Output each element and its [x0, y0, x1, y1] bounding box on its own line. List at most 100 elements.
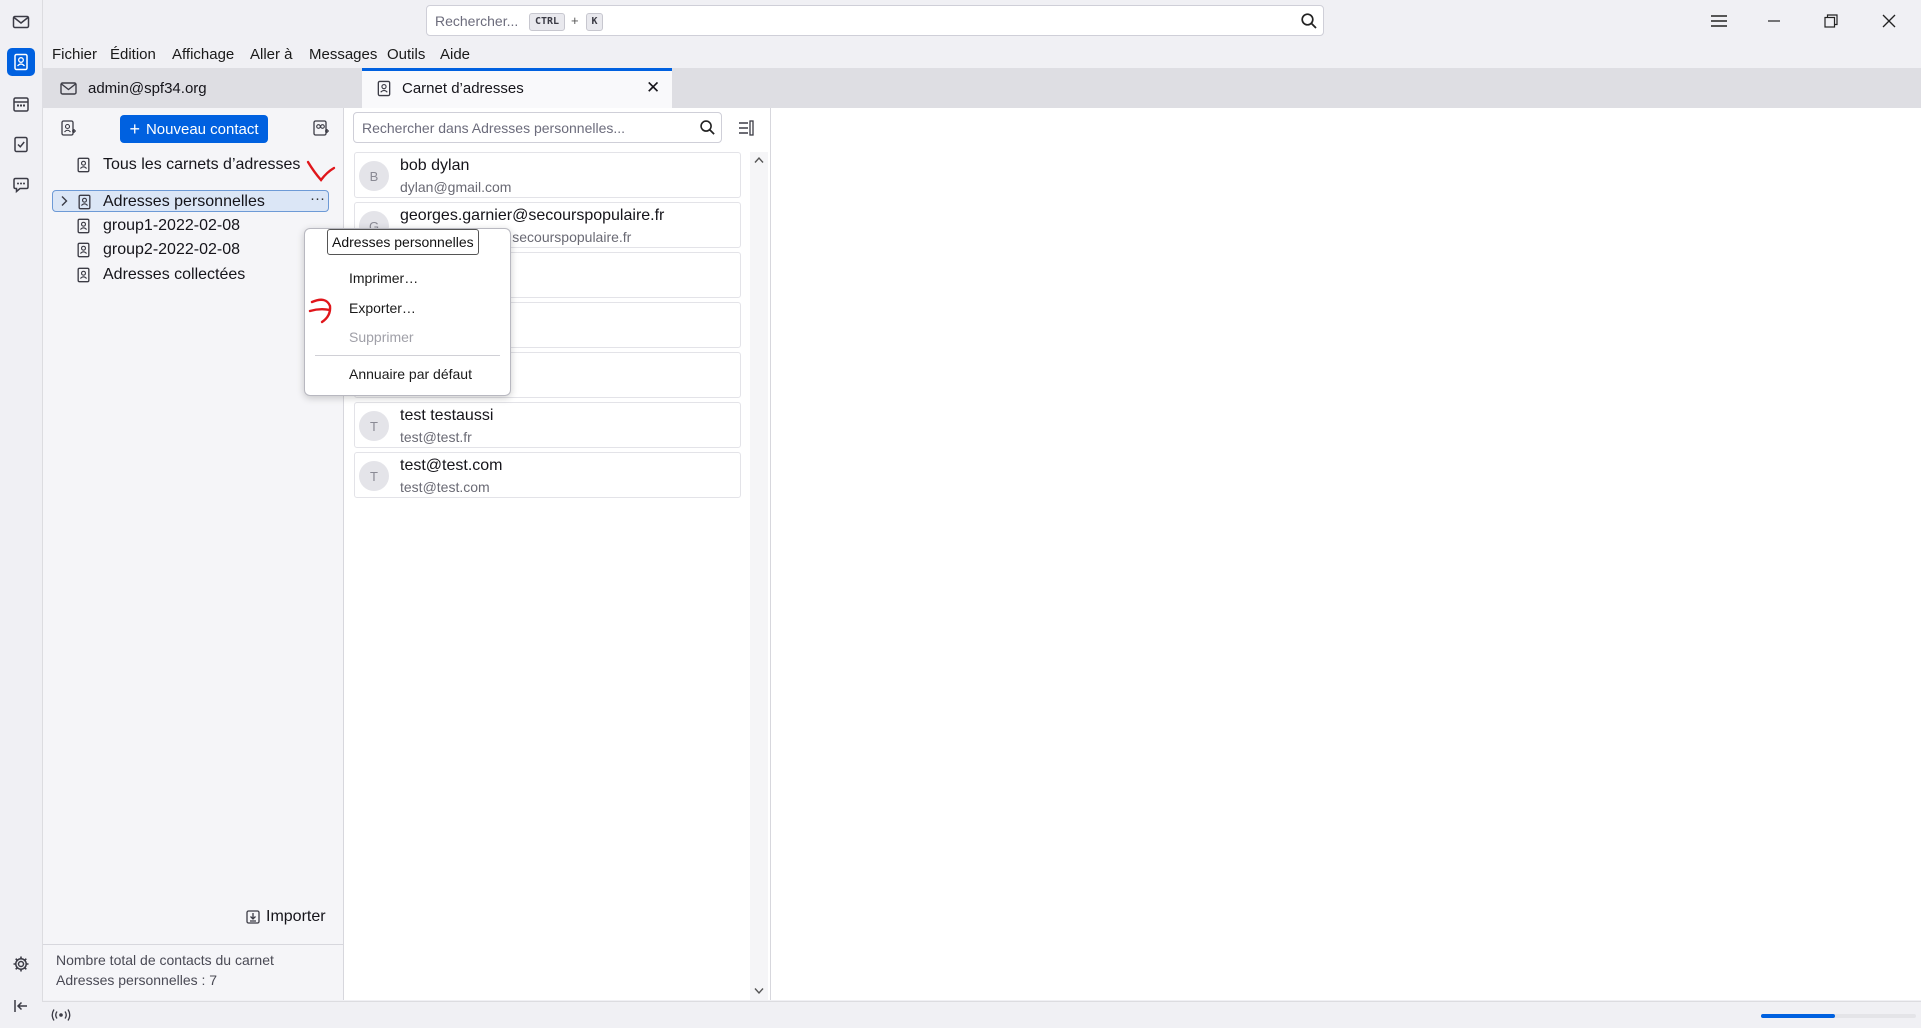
red-arrow-annotation-icon: [306, 160, 336, 182]
menu-fichier[interactable]: Fichier: [52, 46, 97, 63]
close-icon: [1882, 14, 1896, 28]
total-contacts-label: Nombre total de contacts du carnet: [56, 952, 274, 968]
scroll-down-icon[interactable]: [754, 987, 764, 995]
scroll-up-icon[interactable]: [754, 156, 764, 164]
menu-item-print[interactable]: Imprimer…: [349, 270, 418, 286]
collapse-left-icon: [14, 1000, 27, 1012]
address-book-icon: [78, 194, 91, 210]
contacts-search-input[interactable]: Rechercher dans Adresses personnelles...: [353, 112, 722, 143]
menu-item-default-directory[interactable]: Annuaire par défaut: [349, 366, 472, 382]
import-button[interactable]: Importer: [245, 906, 335, 928]
tab-address-book-label: Carnet d’adresses: [402, 80, 524, 97]
tab-address-book[interactable]: Carnet d’adresses ✕: [362, 68, 672, 108]
book-label: Adresses collectées: [103, 266, 246, 283]
address-book-icon: [77, 218, 90, 234]
address-books-pane: + Nouveau contact Tous les carnets d’adr…: [43, 108, 344, 1000]
new-address-book-icon[interactable]: [59, 119, 77, 137]
new-list-icon[interactable]: [312, 119, 330, 137]
close-window-button[interactable]: [1876, 8, 1902, 34]
contacts-scrollbar[interactable]: [750, 152, 768, 1000]
contact-name: georges.garnier@secourspopulaire.fr: [400, 207, 665, 224]
spaces-toolbar: [0, 0, 43, 1027]
progress-bar: [1761, 1014, 1916, 1018]
calendar-icon: [13, 97, 29, 112]
menu-item-export[interactable]: Exporter…: [349, 300, 416, 316]
total-contacts-value: Adresses personnelles : 7: [56, 972, 218, 988]
minimize-button[interactable]: [1761, 8, 1787, 34]
book-adresses-collectees[interactable]: Adresses collectées: [43, 264, 329, 286]
minimize-icon: [1768, 20, 1780, 22]
contact-email: test@test.fr: [400, 429, 472, 445]
book-label: Adresses personnelles: [103, 193, 265, 210]
status-bar: [42, 1001, 1921, 1028]
book-label: group2-2022-02-08: [103, 241, 240, 258]
mail-account-icon: [60, 82, 77, 95]
menubar: Fichier Édition Affichage Aller à Messag…: [42, 41, 1921, 68]
shortcut-plus: +: [571, 13, 579, 28]
mail-icon: [12, 15, 30, 29]
menu-aller-a[interactable]: Aller à: [250, 46, 293, 63]
book-all-address-books[interactable]: Tous les carnets d’adresses: [43, 154, 329, 176]
list-display-options-icon[interactable]: [737, 119, 755, 137]
search-icon: [700, 120, 715, 135]
collapse-spaces-button[interactable]: [7, 992, 35, 1020]
contacts-search-placeholder: Rechercher dans Adresses personnelles...: [362, 120, 626, 136]
chevron-right-icon[interactable]: [59, 195, 69, 207]
tooltip: Adresses personnelles: [327, 229, 479, 255]
app-menu-button[interactable]: [1706, 8, 1732, 34]
search-icon[interactable]: [1300, 12, 1318, 30]
contact-email: dylan@gmail.com: [400, 179, 512, 195]
hamburger-icon: [1711, 15, 1727, 27]
divider: [43, 944, 343, 945]
import-icon: [246, 910, 260, 924]
address-book-space-button[interactable]: [7, 48, 35, 76]
menu-affichage[interactable]: Affichage: [172, 46, 234, 63]
tasks-space-button[interactable]: [7, 130, 35, 158]
contact-name: test@test.com: [400, 457, 503, 474]
new-contact-label: Nouveau contact: [145, 120, 259, 138]
avatar: T: [359, 461, 389, 491]
import-label: Importer: [266, 908, 326, 925]
new-contact-button[interactable]: + Nouveau contact: [120, 115, 268, 143]
contact-details-pane: [771, 108, 1921, 1000]
restore-icon: [1824, 14, 1838, 28]
menu-outils[interactable]: Outils: [387, 46, 425, 63]
contact-row[interactable]: T test@test.com test@test.com: [354, 452, 741, 498]
tab-strip: admin@spf34.org Carnet d’adresses ✕: [42, 68, 1921, 108]
book-group2[interactable]: group2-2022-02-08: [43, 239, 329, 261]
menu-item-delete: Supprimer: [349, 329, 414, 345]
calendar-space-button[interactable]: [7, 90, 35, 118]
menu-messages[interactable]: Messages: [309, 46, 377, 63]
more-options-icon[interactable]: ···: [310, 190, 325, 207]
plus-icon: +: [129, 119, 140, 139]
shortcut-ctrl-key: CTRL: [529, 13, 565, 31]
tab-mail[interactable]: admin@spf34.org: [42, 68, 352, 108]
address-book-icon: [77, 267, 90, 283]
mail-space-button[interactable]: [7, 8, 35, 36]
global-search-input[interactable]: Rechercher... CTRL + K: [426, 5, 1324, 36]
tab-mail-label: admin@spf34.org: [88, 80, 207, 97]
tab-close-icon[interactable]: ✕: [646, 78, 660, 98]
chat-space-button[interactable]: [7, 171, 35, 199]
contact-email: test@test.com: [400, 479, 490, 495]
settings-button[interactable]: [7, 950, 35, 978]
address-book-icon: [14, 53, 28, 71]
tasks-icon: [14, 136, 28, 153]
avatar: T: [359, 411, 389, 441]
gear-icon: [13, 956, 29, 972]
contact-row[interactable]: T test testaussi test@test.fr: [354, 402, 741, 448]
menu-aide[interactable]: Aide: [440, 46, 470, 63]
book-group1[interactable]: group1-2022-02-08: [43, 215, 329, 237]
restore-button[interactable]: [1818, 8, 1844, 34]
contact-name: test testaussi: [400, 407, 494, 424]
contact-name: bob dylan: [400, 157, 470, 174]
address-book-icon: [377, 80, 391, 97]
book-adresses-personnelles[interactable]: Adresses personnelles ···: [52, 190, 329, 212]
avatar: B: [359, 161, 389, 191]
address-book-icon: [77, 242, 90, 258]
red-arrow-annotation-icon: [308, 298, 332, 324]
book-label: Tous les carnets d’adresses: [103, 156, 301, 173]
menu-edition[interactable]: Édition: [110, 46, 156, 63]
online-status-icon[interactable]: [50, 1008, 72, 1022]
contact-row[interactable]: B bob dylan dylan@gmail.com: [354, 152, 741, 198]
